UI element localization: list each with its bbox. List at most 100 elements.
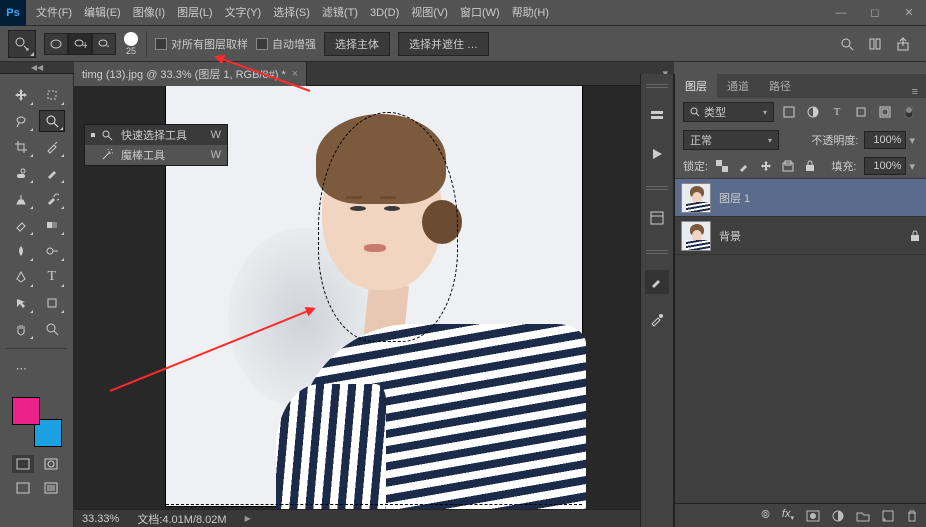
select-subject-button[interactable]: 选择主体 bbox=[324, 32, 390, 56]
share-icon[interactable] bbox=[896, 37, 910, 51]
search-icon[interactable] bbox=[840, 37, 854, 51]
blend-mode-dropdown[interactable]: 正常 ▾ bbox=[683, 130, 779, 150]
pen-tool[interactable] bbox=[8, 266, 34, 288]
gradient-tool[interactable] bbox=[39, 214, 65, 236]
menu-select[interactable]: 选择(S) bbox=[267, 0, 316, 26]
maximize-button[interactable]: ◻ bbox=[858, 0, 892, 26]
panel-menu-icon[interactable]: ≡ bbox=[904, 86, 926, 98]
properties-panel-icon[interactable] bbox=[645, 206, 669, 230]
filter-pixel-icon[interactable] bbox=[780, 103, 798, 121]
subtract-selection-button[interactable]: - bbox=[92, 33, 116, 55]
panel-gripper[interactable] bbox=[646, 84, 668, 90]
filter-type-icon[interactable]: T bbox=[828, 103, 846, 121]
zoom-level[interactable]: 33.33% bbox=[82, 513, 119, 525]
menu-view[interactable]: 视图(V) bbox=[405, 0, 454, 26]
layer-thumbnail[interactable] bbox=[681, 221, 711, 251]
layer-filter-kind[interactable]: 类型 ▾ bbox=[683, 102, 774, 122]
lock-position-icon[interactable] bbox=[760, 160, 774, 172]
filter-toggle-switch[interactable] bbox=[900, 103, 918, 121]
artboard-tool[interactable] bbox=[39, 84, 65, 106]
add-selection-button[interactable]: + bbox=[68, 33, 92, 55]
current-tool-icon[interactable] bbox=[8, 30, 36, 58]
chevron-down-icon[interactable]: ▾ bbox=[906, 134, 918, 147]
brushes-panel-icon[interactable] bbox=[645, 308, 669, 332]
history-brush-tool[interactable] bbox=[39, 188, 65, 210]
menu-file[interactable]: 文件(F) bbox=[30, 0, 78, 26]
history-panel-icon[interactable] bbox=[645, 104, 669, 128]
document-size-info[interactable]: 4.01M/8.02M bbox=[162, 514, 226, 526]
layer-row[interactable]: 背景 bbox=[675, 217, 926, 255]
layer-name[interactable]: 图层 1 bbox=[719, 190, 750, 206]
hand-tool[interactable] bbox=[8, 318, 34, 340]
zoom-tool[interactable] bbox=[39, 318, 65, 340]
close-tab-icon[interactable]: × bbox=[292, 68, 298, 80]
lock-image-icon[interactable] bbox=[738, 160, 752, 172]
select-and-mask-button[interactable]: 选择并遮住 … bbox=[398, 32, 489, 56]
lock-transparency-icon[interactable] bbox=[716, 160, 730, 172]
lasso-tool[interactable] bbox=[8, 110, 34, 132]
dodge-tool[interactable] bbox=[39, 240, 65, 262]
auto-enhance-option[interactable]: 自动增强 bbox=[256, 36, 316, 52]
panel-gripper[interactable] bbox=[646, 186, 668, 192]
menu-help[interactable]: 帮助(H) bbox=[506, 0, 555, 26]
filter-shape-icon[interactable] bbox=[852, 103, 870, 121]
layer-row[interactable]: 图层 1 bbox=[675, 179, 926, 217]
quick-mask-icon[interactable] bbox=[40, 455, 62, 473]
status-menu-icon[interactable]: ▶ bbox=[245, 514, 251, 523]
screen-mode-icon[interactable] bbox=[12, 479, 34, 497]
eraser-tool[interactable] bbox=[8, 214, 34, 236]
path-selection-tool[interactable] bbox=[8, 292, 34, 314]
flyout-quick-select[interactable]: 快速选择工具 W bbox=[85, 125, 227, 145]
lock-all-icon[interactable] bbox=[804, 160, 818, 172]
brush-settings-panel-icon[interactable] bbox=[645, 270, 669, 294]
group-layers-icon[interactable] bbox=[856, 510, 870, 522]
crop-tool[interactable] bbox=[8, 136, 34, 158]
clone-stamp-tool[interactable] bbox=[8, 188, 34, 210]
toolbox-collapse-grip[interactable]: ◀◀ bbox=[0, 62, 74, 74]
sample-all-layers-option[interactable]: 对所有图层取样 bbox=[155, 36, 248, 52]
color-swatches[interactable] bbox=[12, 397, 62, 447]
menu-filter[interactable]: 滤镜(T) bbox=[316, 0, 364, 26]
menu-window[interactable]: 窗口(W) bbox=[454, 0, 506, 26]
standard-mode-icon[interactable] bbox=[12, 455, 34, 473]
opacity-input[interactable]: 100% bbox=[864, 131, 906, 149]
layer-mask-icon[interactable] bbox=[806, 510, 820, 522]
healing-brush-tool[interactable] bbox=[8, 162, 34, 184]
panel-gripper[interactable] bbox=[646, 250, 668, 256]
adjustment-layer-icon[interactable] bbox=[832, 510, 844, 522]
workspace-switcher-icon[interactable] bbox=[868, 37, 882, 51]
brush-size-control[interactable]: 25 bbox=[124, 32, 138, 56]
minimize-button[interactable]: ― bbox=[824, 0, 858, 26]
menu-layer[interactable]: 图层(L) bbox=[171, 0, 218, 26]
document-canvas[interactable] bbox=[166, 86, 582, 506]
flyout-magic-wand[interactable]: 魔棒工具 W bbox=[85, 145, 227, 165]
layer-style-icon[interactable]: fx▾ bbox=[782, 508, 794, 522]
foreground-color-swatch[interactable] bbox=[12, 397, 40, 425]
close-button[interactable]: ✕ bbox=[892, 0, 926, 26]
new-layer-icon[interactable] bbox=[882, 510, 894, 522]
link-layers-icon[interactable]: ⦾ bbox=[761, 509, 770, 522]
delete-layer-icon[interactable] bbox=[906, 510, 918, 522]
menu-type[interactable]: 文字(Y) bbox=[219, 0, 268, 26]
quick-selection-tool[interactable] bbox=[39, 110, 65, 132]
tab-channels[interactable]: 通道 bbox=[717, 74, 759, 98]
layer-name[interactable]: 背景 bbox=[719, 228, 741, 244]
document-tab[interactable]: timg (13).jpg @ 33.3% (图层 1, RGB/8#) * × bbox=[74, 62, 307, 86]
shape-tool[interactable] bbox=[39, 292, 65, 314]
move-tool[interactable] bbox=[8, 84, 34, 106]
tab-paths[interactable]: 路径 bbox=[759, 74, 801, 98]
chevron-down-icon[interactable]: ▾ bbox=[906, 160, 918, 173]
blur-tool[interactable] bbox=[8, 240, 34, 262]
type-tool[interactable]: T bbox=[39, 266, 65, 288]
menu-3d[interactable]: 3D(D) bbox=[364, 0, 405, 26]
screen-mode-switch-icon[interactable] bbox=[40, 479, 62, 497]
brush-tool[interactable] bbox=[39, 162, 65, 184]
actions-panel-icon[interactable] bbox=[645, 142, 669, 166]
lock-nested-icon[interactable] bbox=[782, 160, 796, 172]
edit-toolbar-icon[interactable]: ⋯ bbox=[8, 357, 34, 379]
eyedropper-tool[interactable] bbox=[39, 136, 65, 158]
layer-thumbnail[interactable] bbox=[681, 183, 711, 213]
filter-adjust-icon[interactable] bbox=[804, 103, 822, 121]
filter-smart-icon[interactable] bbox=[876, 103, 894, 121]
menu-image[interactable]: 图像(I) bbox=[127, 0, 171, 26]
